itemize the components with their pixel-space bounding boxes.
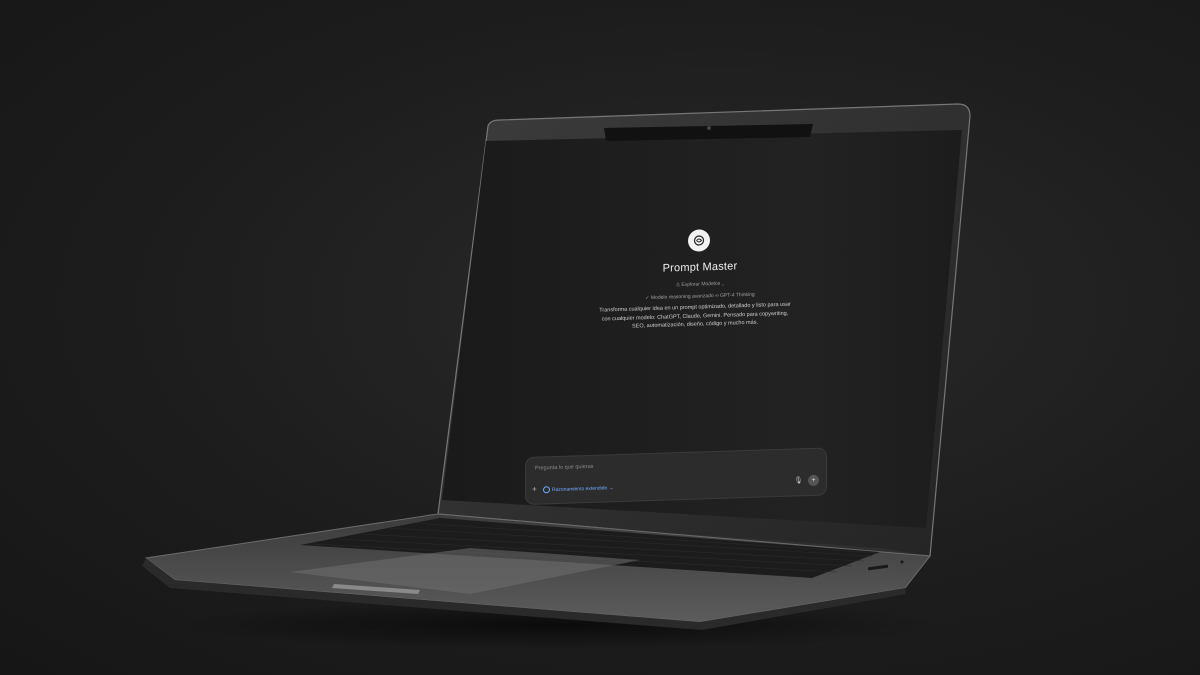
reasoning-icon bbox=[543, 486, 550, 494]
send-icon[interactable]: + bbox=[808, 474, 819, 487]
prompt-input[interactable]: Pregunta lo que quieras bbox=[535, 464, 593, 472]
reasoning-toggle-button[interactable]: Razonamiento extendido ⌄ bbox=[543, 484, 614, 494]
reasoning-toggle-label: Razonamiento extendido bbox=[552, 484, 608, 493]
plus-icon[interactable]: + bbox=[532, 485, 537, 494]
microphone-icon[interactable]: 🎙 bbox=[794, 476, 803, 486]
app-description: Transforma cualquier idea en un prompt o… bbox=[599, 301, 791, 330]
scene: Prompt Master ⎙ Explorar Modelos ⌄ ✓ Mod… bbox=[0, 0, 1200, 675]
camera-icon bbox=[707, 126, 711, 130]
prompt-composer[interactable]: Pregunta lo que quieras + Razonamiento e… bbox=[525, 447, 827, 505]
screen-ui: Prompt Master ⎙ Explorar Modelos ⌄ ✓ Mod… bbox=[480, 138, 950, 523]
spiral-logo-icon bbox=[688, 229, 710, 252]
audio-port bbox=[900, 560, 904, 564]
chevron-down-icon: ⌄ bbox=[609, 484, 614, 491]
